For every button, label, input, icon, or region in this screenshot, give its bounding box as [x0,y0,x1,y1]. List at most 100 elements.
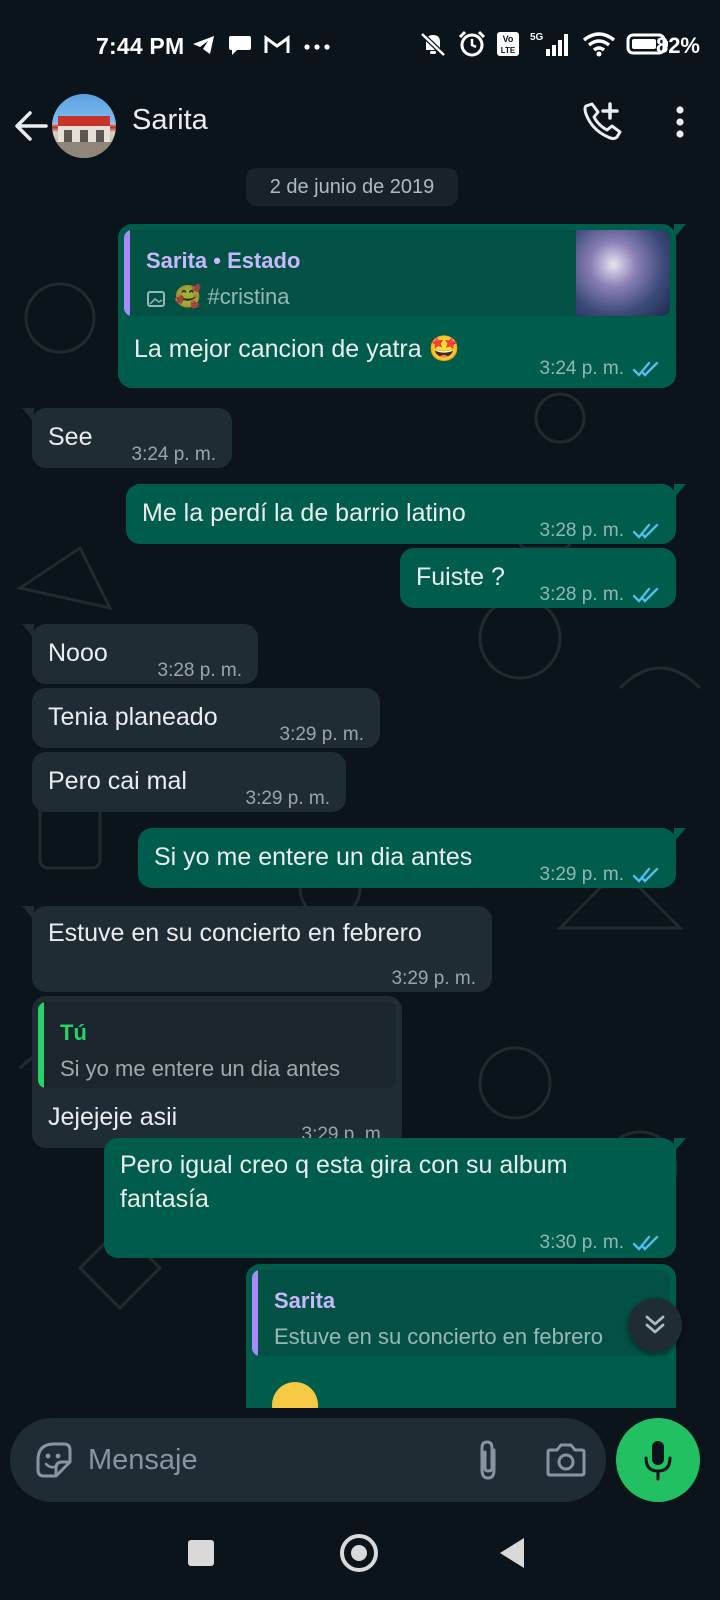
message-time: 3:29 p. m. [245,788,331,809]
message-text: Fuiste ? [416,563,505,591]
svg-text:LTE: LTE [501,46,516,55]
message-list[interactable]: 2 de junio de 2019 Sarita • Estado 🥰 #cr… [0,168,720,1408]
message-time: 3:28 p. m. [539,584,625,605]
add-call-button[interactable] [580,100,624,144]
signal-icon: 5G [530,30,572,63]
read-ticks-icon [632,587,659,603]
more-vert-icon [664,106,696,148]
more-dots-icon [302,39,332,57]
quote-bar [124,230,130,316]
message-bubble-incoming[interactable]: Tú Si yo me entere un dia antes Jejejeje… [32,996,402,1148]
input-pill[interactable] [10,1418,606,1502]
recents-button[interactable] [188,1540,214,1566]
message-text-line-2: fantasía [120,1185,209,1213]
camera-icon [544,1443,588,1484]
message-meta: 3:24 p. m. [540,352,661,386]
alarm-icon [458,30,486,63]
emoji-sticker-button[interactable] [34,1440,74,1480]
telegram-icon [192,34,216,61]
message-text: See [48,423,93,451]
attach-icon [468,1440,508,1486]
quoted-message[interactable]: Sarita Estuve en su concierto en febrero [252,1270,670,1356]
message-bubble-incoming[interactable]: Nooo 3:28 p. m. [22,624,258,684]
attach-button[interactable] [468,1438,508,1482]
message-text: Nooo [48,639,108,667]
message-meta: 3:28 p. m. [540,514,661,548]
message-time: 3:29 p. m. [279,724,365,745]
message-bubble-incoming[interactable]: Pero cai mal 3:29 p. m. [32,752,346,812]
message-text: Tenia planeado [48,703,218,731]
message-text: Estuve en su concierto en febrero [48,919,422,947]
contact-name[interactable]: Sarita [132,104,208,137]
quote-text: Si yo me entere un dia antes [60,1056,341,1081]
add-call-icon [580,102,624,148]
chevrons-down-icon [641,1311,669,1344]
message-meta: 3:28 p. m. [540,578,661,612]
voice-message-button[interactable] [616,1418,700,1502]
quote-author: Sarita • Estado [146,248,301,273]
chat-icon [228,34,252,61]
quoted-message[interactable]: Tú Si yo me entere un dia antes [38,1002,396,1088]
system-nav-bar [0,1512,720,1600]
svg-text:5G: 5G [530,32,544,43]
wifi-icon [582,31,616,62]
scroll-to-bottom-button[interactable] [628,1298,682,1352]
date-separator: 2 de junio de 2019 [246,168,458,206]
message-bubble-outgoing[interactable]: Sarita Estuve en su concierto en febrero [246,1264,676,1408]
image-icon [146,284,166,316]
quote-bar [38,1002,44,1088]
message-bubble-outgoing[interactable]: Fuiste ? 3:28 p. m. [400,548,676,608]
mute-icon [418,30,448,63]
status-time: 7:44 PM [96,33,185,59]
nav-back-button[interactable] [500,1538,524,1568]
message-input[interactable] [88,1418,448,1502]
message-text: Pero cai mal [48,767,187,795]
message-bubble-outgoing[interactable]: Me la perdí la de barrio latino 3:28 p. … [126,484,686,544]
battery-percent: 82% [655,33,700,58]
home-button[interactable] [340,1534,378,1572]
message-time: 3:24 p. m. [539,358,625,379]
message-time: 3:28 p. m. [157,660,243,681]
message-text: La mejor cancion de yatra 🤩 [134,335,460,363]
message-bubble-incoming[interactable]: Estuve en su concierto en febrero 3:29 p… [22,906,492,992]
emoji-sticker-icon [34,1442,74,1484]
quote-caption: 🥰 #cristina [174,284,290,309]
message-time: 3:24 p. m. [131,444,217,465]
chat-header: Sarita [0,92,720,168]
message-time: 3:28 p. m. [539,520,625,541]
message-text-line-1: Pero igual creo q esta gira con su album [120,1151,568,1179]
message-time: 3:29 p. m. [539,864,625,885]
message-bubble-outgoing[interactable]: Pero igual creo q esta gira con su album… [104,1138,686,1260]
read-ticks-icon [632,1235,659,1251]
read-ticks-icon [632,523,659,539]
message-time: 3:30 p. m. [539,1232,625,1253]
contact-avatar[interactable] [52,94,116,158]
system-icons: Vo LTE 5G [418,30,670,63]
notification-icons [192,34,332,61]
message-meta: 3:29 p. m. [540,858,661,892]
message-bubble-outgoing[interactable]: Si yo me entere un dia antes 3:29 p. m. [138,828,686,888]
emoji-partial [272,1382,318,1408]
quote-bar [252,1270,258,1356]
status-bar: 7:44 PM Vo LTE 5G 82% [0,0,720,92]
quote-text: Estuve en su concierto en febrero [274,1324,603,1349]
quote-author: Sarita [274,1288,336,1313]
message-bubble-outgoing[interactable]: Sarita • Estado 🥰 #cristina La mejor can… [118,224,686,388]
quoted-status[interactable]: Sarita • Estado 🥰 #cristina [124,230,670,316]
message-composer [0,1408,720,1512]
message-meta: 3:30 p. m. [540,1226,661,1260]
message-text: Si yo me entere un dia antes [154,843,473,871]
back-button[interactable] [12,106,52,146]
more-options-button[interactable] [664,100,696,144]
message-bubble-incoming[interactable]: See 3:24 p. m. [22,408,232,468]
message-text: Me la perdí la de barrio latino [142,499,466,527]
camera-button[interactable] [544,1440,588,1480]
avatar-photo [52,116,116,158]
read-ticks-icon [632,361,659,377]
message-text: Jejejeje asii [48,1103,178,1131]
gmail-icon [264,35,290,60]
volte-icon: Vo LTE [496,31,520,62]
message-bubble-incoming[interactable]: Tenia planeado 3:29 p. m. [32,688,380,748]
quote-author: Tú [60,1020,87,1045]
status-thumbnail [576,230,670,316]
